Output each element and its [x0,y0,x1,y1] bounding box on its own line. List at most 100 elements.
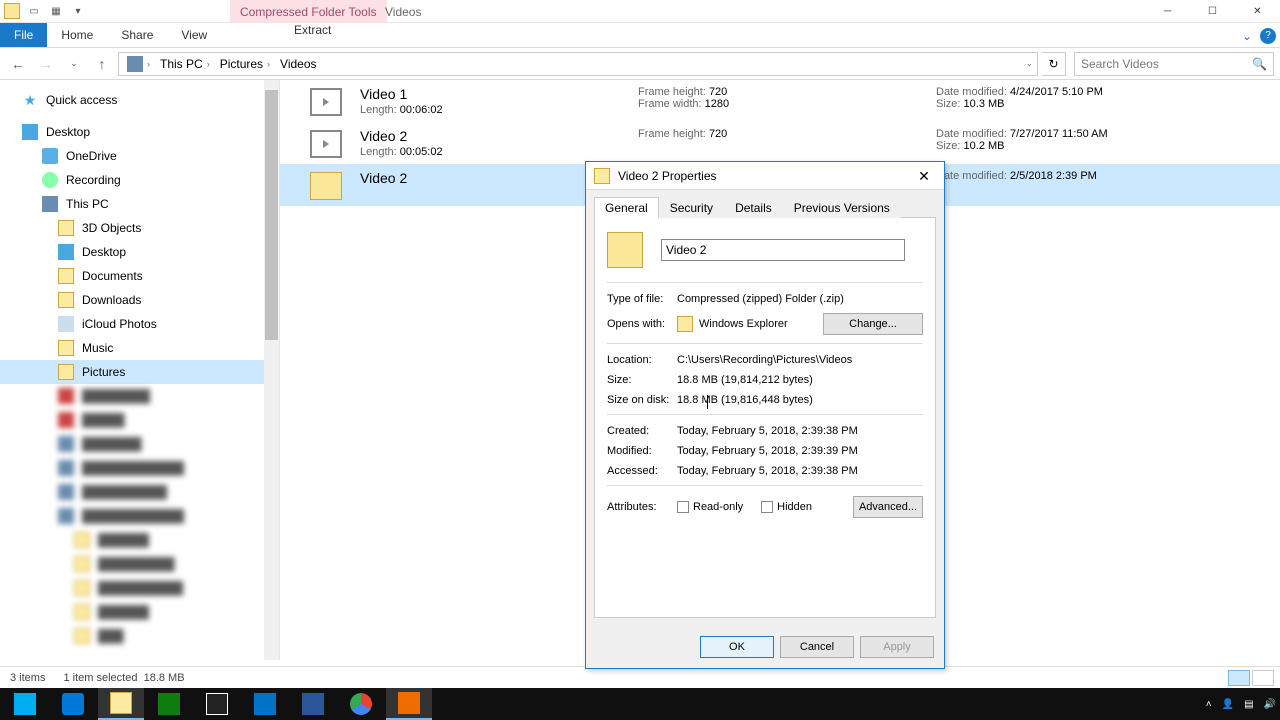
sidebar-item-icloud[interactable]: iCloud Photos [0,312,279,336]
tab-details[interactable]: Details [724,197,783,218]
sidebar-item-downloads[interactable]: Downloads [0,288,279,312]
breadcrumb-expand-icon[interactable]: ⌄ [1025,58,1033,69]
scrollbar-thumb[interactable] [265,90,278,340]
sidebar-item-blurred[interactable]: █████ [0,408,279,432]
tab-home[interactable]: Home [47,23,107,47]
system-tray[interactable]: ˄ 👤 ▤ 🔊 [1206,688,1276,720]
refresh-button[interactable]: ↻ [1042,52,1066,76]
user-icon [42,172,58,188]
start-button[interactable] [2,688,48,720]
dialog-close-button[interactable]: ✕ [904,162,944,190]
sidebar-item-blurred[interactable]: ████████ [0,384,279,408]
tray-network-icon[interactable]: ▤ [1244,699,1253,710]
taskbar-edge[interactable] [50,688,96,720]
tab-security[interactable]: Security [659,197,724,218]
breadcrumb-videos[interactable]: Videos [276,57,320,71]
taskbar: ˄ 👤 ▤ 🔊 [0,688,1280,720]
file-name: Video 2 [360,128,620,144]
qat-newfolder-icon[interactable]: ▦ [48,3,64,19]
address-bar: ← → ⌄ ↑ › This PC› Pictures› Videos ⌄ ↻ … [0,48,1280,80]
tray-people-icon[interactable]: 👤 [1222,699,1234,710]
sidebar-item-desktop[interactable]: Desktop [0,120,279,144]
tab-extract[interactable]: Extract [280,23,345,37]
sidebar-item-thispc[interactable]: This PC [0,192,279,216]
readonly-checkbox[interactable]: Read-only [677,501,743,513]
file-row-video2[interactable]: Video 2 Length: 00:05:02 Frame height: 7… [280,122,1280,164]
taskbar-word[interactable] [290,688,336,720]
qat-dropdown-icon[interactable]: ▾ [70,3,86,19]
help-icon[interactable]: ? [1260,28,1276,44]
sidebar-item-pictures[interactable]: Pictures [0,360,279,384]
recent-dropdown-icon[interactable]: ⌄ [62,52,86,76]
status-bar: 3 items 1 item selected 18.8 MB [0,666,1280,688]
sidebar-item-blurred[interactable]: ██████ [0,600,279,624]
advanced-button[interactable]: Advanced... [853,496,923,518]
file-name: Video 1 [360,86,620,102]
ribbon-collapse-icon[interactable]: ⌄ [1242,29,1252,43]
video-icon [310,130,342,158]
tab-general[interactable]: General [594,197,659,218]
taskbar-app[interactable] [146,688,192,720]
sidebar-item-label: iCloud Photos [82,317,157,331]
breadcrumb[interactable]: › This PC› Pictures› Videos ⌄ [118,52,1038,76]
sidebar-item-blurred[interactable]: ███ [0,624,279,648]
dialog-titlebar[interactable]: Video 2 Properties ✕ [586,162,944,190]
taskbar-explorer[interactable] [98,688,144,720]
file-name: Video 2 [360,170,620,186]
folder-icon [58,340,74,356]
taskbar-chrome[interactable] [338,688,384,720]
tab-file[interactable]: File [0,23,47,47]
sidebar-item-desktop2[interactable]: Desktop [0,240,279,264]
tray-up-icon[interactable]: ˄ [1206,699,1212,710]
hidden-checkbox[interactable]: Hidden [761,501,812,513]
search-input[interactable]: Search Videos 🔍 [1074,52,1274,76]
sidebar-item-documents[interactable]: Documents [0,264,279,288]
breadcrumb-thispc[interactable]: This PC› [156,57,214,71]
ok-button[interactable]: OK [700,636,774,658]
apply-button[interactable]: Apply [860,636,934,658]
tab-previous-versions[interactable]: Previous Versions [783,197,901,218]
sidebar-item-blurred[interactable]: ██████ [0,528,279,552]
taskbar-camtasia[interactable] [386,688,432,720]
sidebar-item-quickaccess[interactable]: ★ Quick access [0,88,279,112]
sidebar-item-blurred[interactable]: ███████ [0,432,279,456]
change-button[interactable]: Change... [823,313,923,335]
cancel-button[interactable]: Cancel [780,636,854,658]
back-button[interactable]: ← [6,52,30,76]
sidebar-item-music[interactable]: Music [0,336,279,360]
sidebar-item-3dobjects[interactable]: 3D Objects [0,216,279,240]
filename-input[interactable] [661,239,905,261]
general-panel: Type of file:Compressed (zipped) Folder … [594,218,936,618]
sidebar-item-blurred[interactable]: ████████████ [0,456,279,480]
sidebar-item-recording[interactable]: Recording [0,168,279,192]
window-title: Videos [385,0,421,23]
up-button[interactable]: ↑ [90,52,114,76]
accessed-label: Accessed: [607,465,677,477]
opens-with-label: Opens with: [607,318,677,330]
minimize-button[interactable]: ─ [1145,0,1190,23]
tab-share[interactable]: Share [107,23,167,47]
contextual-tab[interactable]: Compressed Folder Tools [230,0,387,23]
folder-icon [58,292,74,308]
type-value: Compressed (zipped) Folder (.zip) [677,293,844,305]
maximize-button[interactable]: ☐ [1190,0,1235,23]
sidebar-item-blurred[interactable]: █████████ [0,552,279,576]
tab-view[interactable]: View [167,23,221,47]
nav-scrollbar[interactable] [264,80,279,660]
details-view-button[interactable] [1228,670,1250,686]
sidebar-item-blurred[interactable]: ██████████ [0,480,279,504]
breadcrumb-pictures[interactable]: Pictures› [216,57,274,71]
sidebar-item-label: This PC [66,197,109,211]
sidebar-item-blurred[interactable]: ██████████ [0,576,279,600]
sidebar-item-onedrive[interactable]: OneDrive [0,144,279,168]
taskbar-store[interactable] [194,688,240,720]
file-row-video1[interactable]: Video 1 Length: 00:06:02 Frame height: 7… [280,80,1280,122]
sidebar-item-blurred[interactable]: ████████████ [0,504,279,528]
sidebar-item-label: Documents [82,269,143,283]
taskbar-outlook[interactable] [242,688,288,720]
forward-button[interactable]: → [34,52,58,76]
thumbnails-view-button[interactable] [1252,670,1274,686]
tray-volume-icon[interactable]: 🔊 [1264,699,1276,710]
qat-properties-icon[interactable]: ▭ [26,3,42,19]
close-button[interactable]: ✕ [1235,0,1280,23]
